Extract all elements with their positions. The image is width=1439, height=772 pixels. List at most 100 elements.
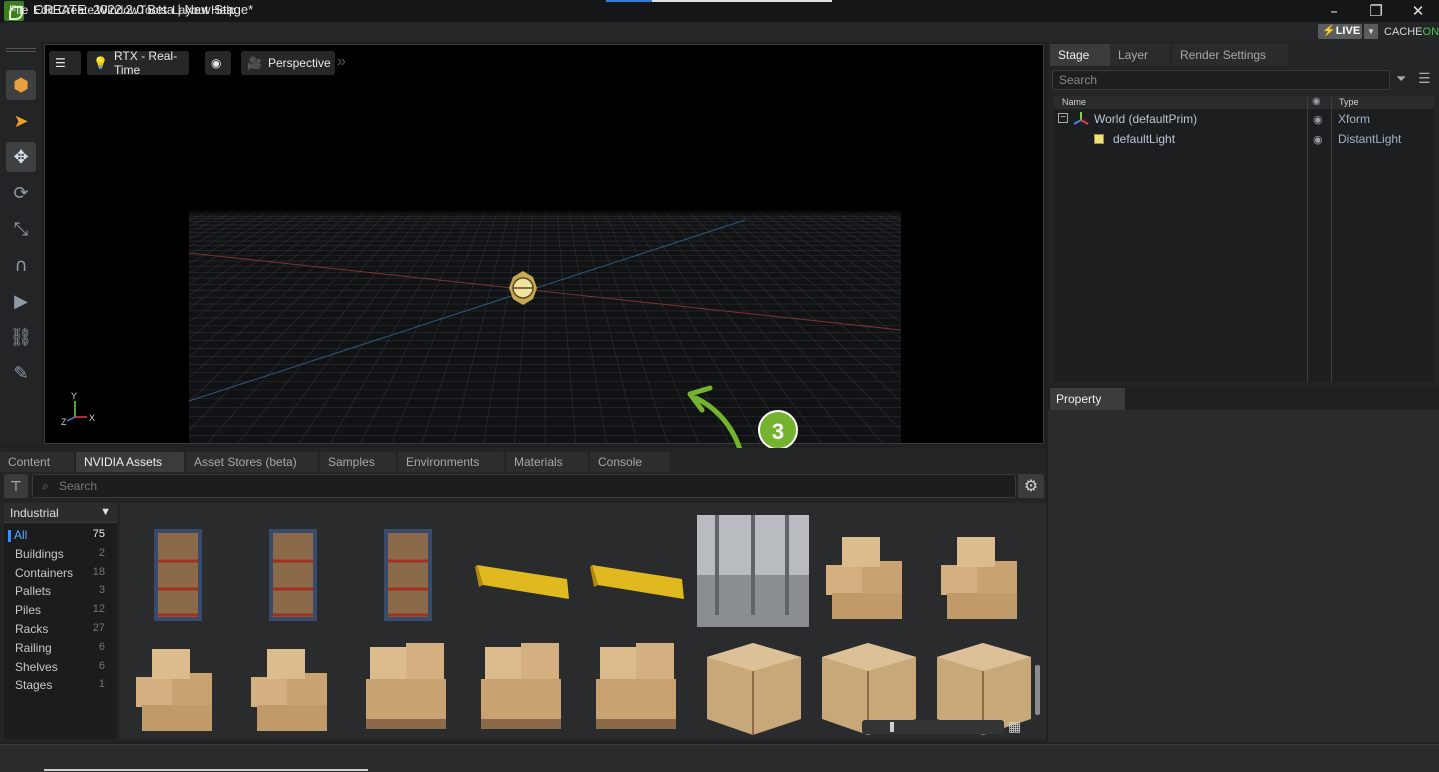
grid-view-icon[interactable]: ▦ <box>1008 719 1024 735</box>
category-item-containers[interactable]: Containers 18 <box>4 565 117 583</box>
category-label: Stages <box>15 678 53 693</box>
ground-grid <box>188 210 902 443</box>
category-dropdown[interactable]: Industrial ▼ <box>4 503 117 523</box>
category-label: Racks <box>15 622 49 636</box>
column-type[interactable]: Type <box>1339 97 1359 107</box>
chevron-right-icon: » <box>337 53 346 70</box>
category-item-stages[interactable]: Stages 1 <box>4 677 117 695</box>
sliders-icon: ☰ <box>55 56 66 70</box>
viewport[interactable]: ☰ 💡 RTX - Real-Time ◉ 🎥 Perspective » Y Z … <box>44 44 1044 444</box>
asset-thumbnail-crate[interactable] <box>697 627 809 739</box>
category-count: 18 <box>92 565 105 578</box>
rotate-icon[interactable]: ⟳ <box>6 178 36 208</box>
tab-property[interactable]: Property <box>1050 388 1125 410</box>
axis-z-label: Z <box>61 417 67 427</box>
tab-materials[interactable]: Materials <box>506 452 588 472</box>
tab-samples[interactable]: Samples <box>320 452 396 472</box>
category-item-shelves[interactable]: Shelves 6 <box>4 659 117 677</box>
select-arrow-icon[interactable]: ➤ <box>6 106 36 136</box>
visibility-column-eye-icon[interactable]: ◉ <box>1312 96 1321 107</box>
asset-thumbnail-box-pile[interactable] <box>927 515 1039 627</box>
move-icon[interactable]: ✥ <box>6 142 36 172</box>
stage-search-input[interactable]: Search <box>1052 70 1390 90</box>
viewport-settings-button[interactable]: ☰ <box>49 51 81 75</box>
camera-button[interactable]: 🎥 Perspective <box>241 51 335 75</box>
visibility-eye-icon[interactable]: ◉ <box>1313 133 1323 146</box>
paint-brush-icon[interactable]: ✎ <box>6 358 36 388</box>
tab-asset-stores[interactable]: Asset Stores (beta) <box>186 452 318 472</box>
tab-environments[interactable]: Environments <box>398 452 504 472</box>
settings-button[interactable]: ⚙ <box>1018 474 1044 498</box>
snap-magnet-icon[interactable]: ∩ <box>6 250 36 280</box>
live-dropdown-button[interactable]: ▼ <box>1364 24 1378 39</box>
asset-thumbnail-box-pile[interactable] <box>812 515 924 627</box>
column-name[interactable]: Name <box>1062 97 1086 107</box>
minimize-button[interactable]: – <box>1320 1 1348 21</box>
funnel-icon[interactable]: ⏷ <box>1396 72 1406 87</box>
category-item-racks[interactable]: Racks 27 <box>4 621 117 639</box>
lightbulb-icon: 💡 <box>93 56 108 70</box>
asset-thumbnail-box-pallet[interactable] <box>467 627 579 739</box>
filter-tree-button[interactable]: ⊤ <box>4 474 28 498</box>
axis-gizmo: Y Z X <box>61 391 95 427</box>
menu-window[interactable]: Window <box>96 3 139 17</box>
tree-header: Name ◉ Type <box>1054 96 1434 109</box>
category-item-all[interactable]: All 75 <box>4 527 117 545</box>
type-cell: Xform <box>1338 112 1371 126</box>
tab-console[interactable]: Console <box>590 452 670 472</box>
asset-thumbnail-railing[interactable] <box>467 515 579 627</box>
slider-handle[interactable] <box>890 722 894 732</box>
category-count: 1 <box>98 678 105 691</box>
scale-icon[interactable]: ⤡ <box>6 214 36 244</box>
visibility-button[interactable]: ◉ <box>205 51 231 75</box>
render-mode-button[interactable]: 💡 RTX - Real-Time <box>87 49 189 77</box>
menu-layout[interactable]: Layout <box>172 3 208 17</box>
asset-grid-scrollbar[interactable] <box>1035 665 1040 715</box>
menu-tools[interactable]: Tools <box>139 3 167 17</box>
tab-layer[interactable]: Layer <box>1110 44 1170 66</box>
physics-icon[interactable]: ⛓ <box>6 322 36 352</box>
restore-button[interactable]: ❐ <box>1362 1 1390 21</box>
asset-thumbnail-box-pile[interactable] <box>122 627 234 739</box>
asset-thumbnail-warehouse-stage[interactable] <box>697 515 809 627</box>
filter-icon: ⊤ <box>9 478 23 494</box>
asset-thumbnail-rack[interactable] <box>352 515 464 627</box>
category-item-pallets[interactable]: Pallets 3 <box>4 583 117 601</box>
callout-number-badge: 3 <box>758 410 798 450</box>
category-item-buildings[interactable]: Buildings 2 <box>4 546 117 564</box>
close-button[interactable]: ✕ <box>1404 1 1432 21</box>
tree-item-world[interactable]: World (defaultPrim) <box>1094 112 1197 126</box>
play-icon[interactable]: ▶ <box>6 286 36 316</box>
hamburger-menu-icon[interactable]: ☰ <box>1418 71 1431 87</box>
asset-thumbnail-box-pile[interactable] <box>237 627 349 739</box>
select-mode-icon[interactable]: ⬢ <box>6 70 36 100</box>
asset-thumbnail-rack[interactable] <box>122 515 234 627</box>
menu-create[interactable]: Create <box>58 3 94 17</box>
column-divider <box>1331 96 1332 382</box>
cache-status[interactable]: CACHEON <box>1384 26 1439 38</box>
category-item-piles[interactable]: Piles 12 <box>4 602 117 620</box>
asset-thumbnail-box-pallet[interactable] <box>352 627 464 739</box>
menu-edit[interactable]: Edit <box>33 3 54 17</box>
tab-stage[interactable]: Stage <box>1050 44 1110 66</box>
tree-item-default-light[interactable]: defaultLight <box>1113 132 1175 146</box>
toolbar-grip[interactable] <box>6 48 36 52</box>
tab-nvidia-assets[interactable]: NVIDIA Assets <box>76 452 184 472</box>
tab-content[interactable]: Content <box>0 452 74 472</box>
thumbnail-size-slider[interactable] <box>862 720 1004 734</box>
camera-icon: 🎥 <box>247 56 262 70</box>
asset-thumbnail-box-pallet[interactable] <box>582 627 694 739</box>
menu-file[interactable]: File <box>9 3 28 17</box>
property-panel <box>1048 388 1439 742</box>
asset-thumbnail-railing[interactable] <box>582 515 694 627</box>
live-button[interactable]: ⚡LIVE <box>1318 24 1362 39</box>
menu-help[interactable]: Help <box>211 3 236 17</box>
visibility-eye-icon[interactable]: ◉ <box>1313 113 1323 126</box>
tab-render-settings[interactable]: Render Settings <box>1172 44 1288 66</box>
collapse-toggle[interactable]: − <box>1058 113 1068 123</box>
category-count: 3 <box>98 584 105 597</box>
asset-thumbnail-rack[interactable] <box>237 515 349 627</box>
asset-search-input[interactable]: Search <box>32 474 1016 498</box>
category-count: 12 <box>92 603 105 616</box>
category-item-railing[interactable]: Railing 6 <box>4 640 117 658</box>
